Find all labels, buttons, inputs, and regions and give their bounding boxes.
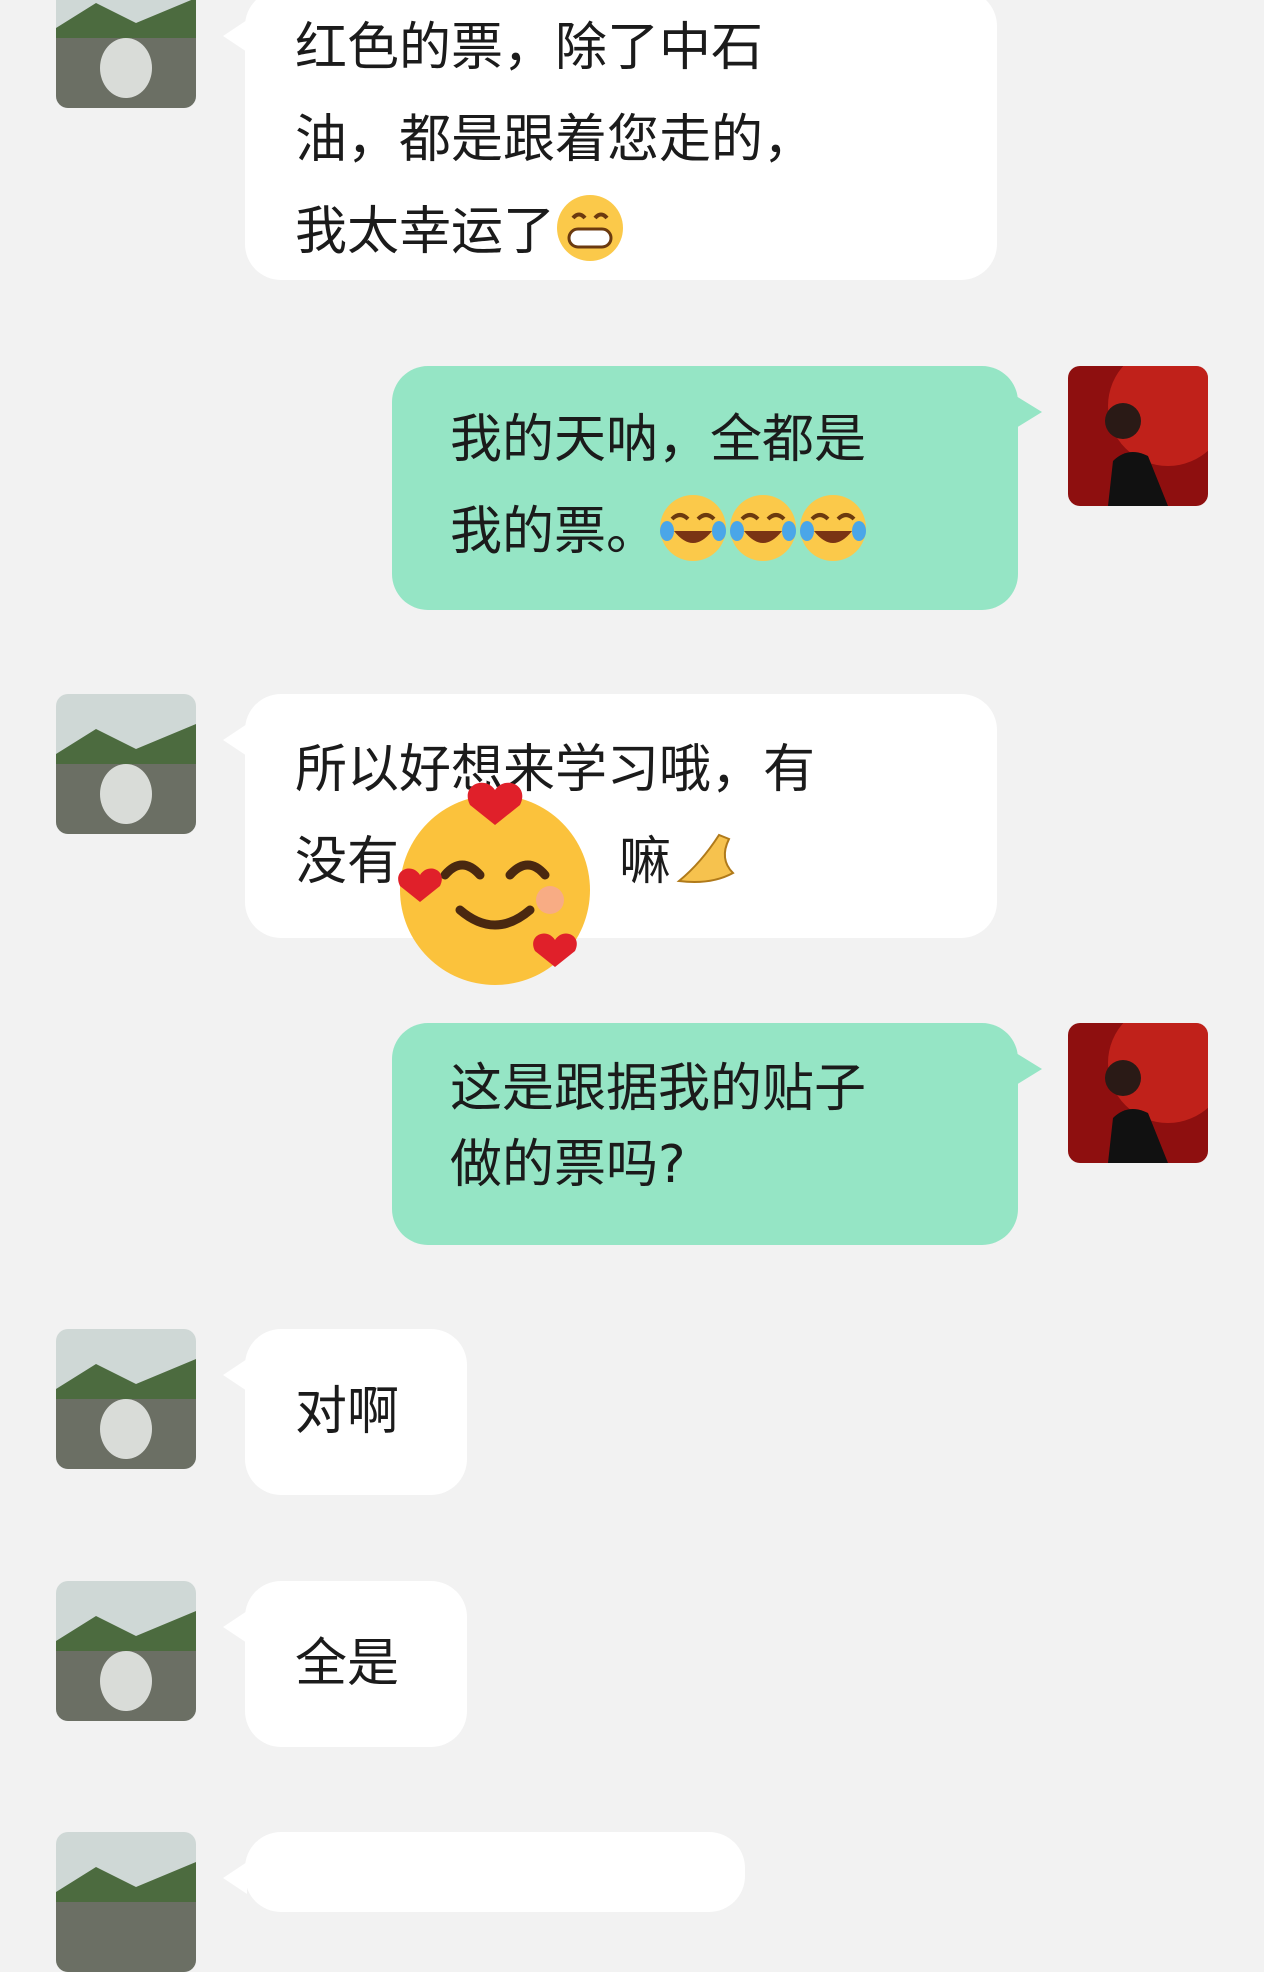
user-avatar[interactable] bbox=[1068, 1023, 1208, 1163]
smiling-face-with-hearts-emoji bbox=[390, 780, 600, 990]
message-text: 这是跟据我的贴子 bbox=[450, 1059, 867, 1119]
incoming-message-bubble[interactable]: 对啊 bbox=[223, 1329, 467, 1495]
tears-of-joy-emoji bbox=[798, 493, 868, 563]
tears-of-joy-emoji bbox=[658, 493, 728, 563]
tears-of-joy-emoji bbox=[728, 493, 798, 563]
incoming-message-bubble[interactable]: 所以好想来学习哦，有 没有嘛 bbox=[223, 694, 997, 938]
message-text: 全是 bbox=[295, 1634, 400, 1694]
message-text: 我的票。 bbox=[450, 502, 659, 562]
outgoing-message-bubble[interactable]: 我的天呐，全都是 我的票。 bbox=[392, 366, 1042, 610]
message-text: 我太幸运了 bbox=[295, 202, 556, 262]
contact-avatar[interactable] bbox=[56, 0, 196, 108]
incoming-message-bubble[interactable] bbox=[223, 1832, 745, 1912]
user-avatar[interactable] bbox=[1068, 366, 1208, 506]
incoming-message-bubble[interactable]: 全是 bbox=[223, 1581, 467, 1747]
message-text: 对啊 bbox=[295, 1382, 400, 1442]
message-text: 嘛 bbox=[619, 832, 672, 892]
grinning-emoji bbox=[555, 193, 625, 263]
incoming-message-bubble[interactable]: 红色的票，除了中石 油，都是跟着您走的， 我太幸运了 bbox=[223, 0, 997, 280]
message-text: 红色的票，除了中石 bbox=[295, 18, 764, 78]
message-text: 做的票吗? bbox=[450, 1135, 686, 1195]
message-text: 油，都是跟着您走的， bbox=[295, 110, 816, 170]
pinched-fingers-emoji bbox=[671, 823, 741, 893]
contact-avatar[interactable] bbox=[56, 694, 196, 834]
contact-avatar[interactable] bbox=[56, 1832, 196, 1972]
message-text: 没有 bbox=[295, 832, 400, 892]
contact-avatar[interactable] bbox=[56, 1581, 196, 1721]
contact-avatar[interactable] bbox=[56, 1329, 196, 1469]
message-text: 我的天呐，全都是 bbox=[450, 410, 867, 470]
outgoing-message-bubble[interactable]: 这是跟据我的贴子 做的票吗? bbox=[392, 1023, 1042, 1245]
